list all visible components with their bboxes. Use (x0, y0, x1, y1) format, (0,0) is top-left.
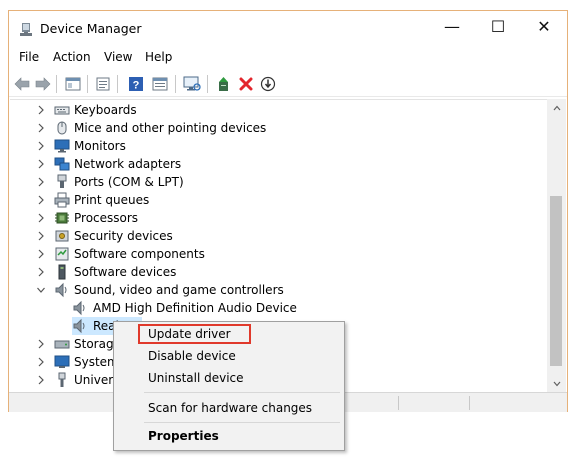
tree-item-label: Security devices (74, 229, 173, 243)
security-icon (54, 228, 70, 244)
tree-item-software-components[interactable]: Software components (10, 245, 547, 263)
tree-item-label: Processors (74, 211, 139, 225)
chevron-right-icon[interactable] (36, 248, 46, 260)
tree-item-label: Ports (COM & LPT) (74, 175, 184, 189)
close-icon: ✕ (537, 16, 551, 36)
monitor-icon (54, 138, 70, 154)
scrollbar-thumb[interactable] (550, 196, 562, 366)
component-icon (54, 246, 70, 262)
menu-item-update-driver[interactable]: Update driver (148, 327, 231, 341)
chevron-right-icon[interactable] (36, 140, 46, 152)
menu-item-disable-device[interactable]: Disable device (148, 349, 236, 363)
computer-manage-icon (18, 22, 34, 38)
system-icon (54, 354, 70, 370)
minimize-icon: — (444, 16, 460, 36)
tree-item-label: Monitors (74, 139, 126, 153)
tree-item-sound-video-game[interactable]: Sound, video and game controllers (10, 281, 547, 299)
device-view-icon[interactable] (151, 75, 169, 93)
window-title: Device Manager (40, 21, 142, 36)
svg-text:?: ? (133, 80, 140, 92)
update-driver-icon[interactable] (215, 75, 233, 93)
uninstall-icon[interactable] (237, 75, 255, 93)
menu-action[interactable]: Action (53, 50, 91, 64)
menu-help[interactable]: Help (145, 50, 172, 64)
chevron-right-icon[interactable] (36, 212, 46, 224)
toolbar: ? (9, 71, 567, 97)
tree-item-mice[interactable]: Mice and other pointing devices (10, 119, 547, 137)
printer-icon (54, 192, 70, 208)
processor-icon (54, 210, 70, 226)
speaker-icon (72, 318, 88, 334)
usb-icon (54, 372, 70, 388)
menu-item-uninstall-device[interactable]: Uninstall device (148, 371, 244, 385)
port-icon (54, 174, 70, 190)
close-button[interactable]: ✕ (521, 11, 567, 41)
tree-item-label: Sound, video and game controllers (74, 283, 284, 297)
menu-view[interactable]: View (104, 50, 132, 64)
help-icon[interactable]: ? (127, 75, 145, 93)
tree-item-print-queues[interactable]: Print queues (10, 191, 547, 209)
mouse-icon (54, 120, 70, 136)
scroll-down-icon[interactable] (547, 375, 566, 392)
forward-icon[interactable] (34, 75, 52, 93)
chevron-right-icon[interactable] (36, 356, 46, 368)
vertical-scrollbar[interactable] (547, 99, 566, 392)
menu-separator (144, 422, 340, 423)
tree-item-label: Mice and other pointing devices (74, 121, 267, 135)
tree-item-processors[interactable]: Processors (10, 209, 547, 227)
chevron-right-icon[interactable] (36, 158, 46, 170)
menu-file[interactable]: File (19, 50, 39, 64)
disable-icon[interactable] (259, 75, 277, 93)
tree-item-label: Software devices (74, 265, 177, 279)
tree-item-label: Print queues (74, 193, 150, 207)
chevron-right-icon[interactable] (36, 122, 46, 134)
chevron-right-icon[interactable] (36, 266, 46, 278)
scroll-up-icon[interactable] (547, 99, 566, 116)
menu-separator (144, 392, 340, 393)
maximize-icon: ☐ (490, 16, 506, 36)
tree-item-label: AMD High Definition Audio Device (93, 301, 297, 315)
details-icon[interactable] (94, 75, 112, 93)
software-device-icon (54, 264, 70, 280)
back-icon[interactable] (13, 75, 31, 93)
monitor-scan-icon[interactable] (183, 75, 201, 93)
chevron-right-icon[interactable] (36, 374, 46, 386)
maximize-button[interactable]: ☐ (475, 11, 521, 41)
menu-item-scan-hardware[interactable]: Scan for hardware changes (148, 401, 312, 415)
chevron-right-icon[interactable] (36, 230, 46, 242)
tree-item-ports[interactable]: Ports (COM & LPT) (10, 173, 547, 191)
network-icon (54, 156, 70, 172)
title-bar[interactable]: Device Manager — ☐ ✕ (9, 11, 567, 47)
menu-item-properties[interactable]: Properties (148, 429, 219, 443)
tree-item-monitors[interactable]: Monitors (10, 137, 547, 155)
storage-icon (54, 336, 70, 352)
tree-item-label: Software components (74, 247, 205, 261)
speaker-icon (72, 300, 88, 316)
chevron-right-icon[interactable] (36, 104, 46, 116)
tree-item-network-adapters[interactable]: Network adapters (10, 155, 547, 173)
speaker-icon (54, 282, 70, 298)
chevron-right-icon[interactable] (36, 194, 46, 206)
tree-item-security-devices[interactable]: Security devices (10, 227, 547, 245)
menu-bar: File Action View Help (9, 47, 567, 69)
keyboard-icon (54, 102, 70, 118)
tree-item-keyboards[interactable]: Keyboards (10, 101, 547, 119)
chevron-down-icon[interactable] (36, 284, 46, 296)
context-menu: Update driver Disable device Uninstall d… (113, 321, 345, 451)
tree-item-label: Network adapters (74, 157, 182, 171)
tree-item-software-devices[interactable]: Software devices (10, 263, 547, 281)
tree-item-amd-audio[interactable]: AMD High Definition Audio Device (10, 299, 547, 317)
properties-pane-icon[interactable] (64, 75, 82, 93)
chevron-right-icon[interactable] (36, 338, 46, 350)
chevron-right-icon[interactable] (36, 176, 46, 188)
tree-item-label: Keyboards (74, 103, 137, 117)
minimize-button[interactable]: — (429, 11, 475, 41)
